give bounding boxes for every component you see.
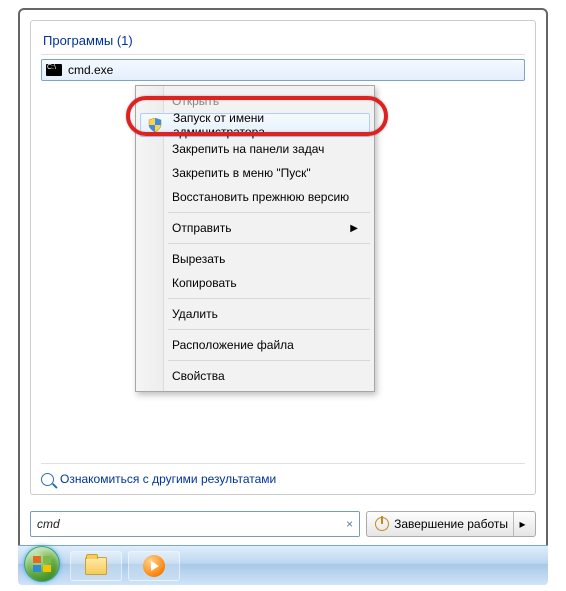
ctx-file-location[interactable]: Расположение файла <box>138 333 372 357</box>
ctx-copy[interactable]: Копировать <box>138 271 372 295</box>
search-value: cmd <box>37 517 60 531</box>
search-result-cmd[interactable]: cmd.exe <box>41 59 525 81</box>
shutdown-button[interactable]: Завершение работы ▸ <box>366 511 536 537</box>
result-label: cmd.exe <box>68 63 113 77</box>
divider <box>41 463 525 464</box>
ctx-delete-label: Удалить <box>172 307 218 321</box>
context-menu-separator <box>168 243 370 244</box>
more-results-link[interactable]: Ознакомиться с другими результатами <box>41 472 525 486</box>
windows-logo-icon <box>24 546 60 582</box>
context-menu-separator <box>168 212 370 213</box>
ctx-send-to-label: Отправить <box>172 221 232 235</box>
ctx-pin-start-label: Закрепить в меню "Пуск" <box>172 166 311 180</box>
shutdown-menu-arrow[interactable]: ▸ <box>513 512 531 536</box>
ctx-cut-label: Вырезать <box>172 252 225 266</box>
start-button[interactable] <box>24 546 64 586</box>
section-programs-header: Программы (1) <box>43 33 525 48</box>
shutdown-label: Завершение работы <box>394 517 508 531</box>
ctx-properties[interactable]: Свойства <box>138 364 372 388</box>
ctx-properties-label: Свойства <box>172 369 225 383</box>
ctx-copy-label: Копировать <box>172 276 237 290</box>
taskbar-explorer-button[interactable] <box>70 551 122 581</box>
ctx-restore-label: Восстановить прежнюю версию <box>172 190 349 204</box>
submenu-arrow-icon: ▶ <box>350 223 358 234</box>
chevron-right-icon: ▸ <box>519 517 525 531</box>
ctx-open[interactable]: Открыть <box>138 89 372 113</box>
clear-search-button[interactable]: × <box>346 517 353 531</box>
context-menu: Открыть Запуск от имени администратора З… <box>135 85 375 392</box>
ctx-open-label: Открыть <box>172 94 219 108</box>
ctx-delete[interactable]: Удалить <box>138 302 372 326</box>
ctx-pin-taskbar[interactable]: Закрепить на панели задач <box>138 137 372 161</box>
ctx-file-location-label: Расположение файла <box>172 338 294 352</box>
ctx-pin-start[interactable]: Закрепить в меню "Пуск" <box>138 161 372 185</box>
ctx-run-as-admin-label: Запуск от имени администратора <box>173 111 355 139</box>
media-player-icon <box>143 555 165 577</box>
ctx-run-as-admin[interactable]: Запуск от имени администратора <box>140 113 370 137</box>
taskbar <box>18 545 548 585</box>
context-menu-separator <box>168 298 370 299</box>
divider <box>41 54 525 55</box>
taskbar-media-player-button[interactable] <box>128 551 180 581</box>
more-results-label: Ознакомиться с другими результатами <box>60 472 276 486</box>
cmd-icon <box>46 64 62 76</box>
ctx-cut[interactable]: Вырезать <box>138 247 372 271</box>
ctx-restore-version[interactable]: Восстановить прежнюю версию <box>138 185 372 209</box>
ctx-send-to[interactable]: Отправить ▶ <box>138 216 372 240</box>
uac-shield-icon <box>148 118 162 132</box>
power-icon <box>375 517 389 531</box>
search-input[interactable]: cmd × <box>30 511 360 537</box>
folder-icon <box>85 557 107 575</box>
context-menu-separator <box>168 329 370 330</box>
search-row: cmd × Завершение работы ▸ <box>30 507 536 541</box>
context-menu-separator <box>168 360 370 361</box>
search-icon <box>41 473 54 486</box>
ctx-pin-taskbar-label: Закрепить на панели задач <box>172 142 324 156</box>
